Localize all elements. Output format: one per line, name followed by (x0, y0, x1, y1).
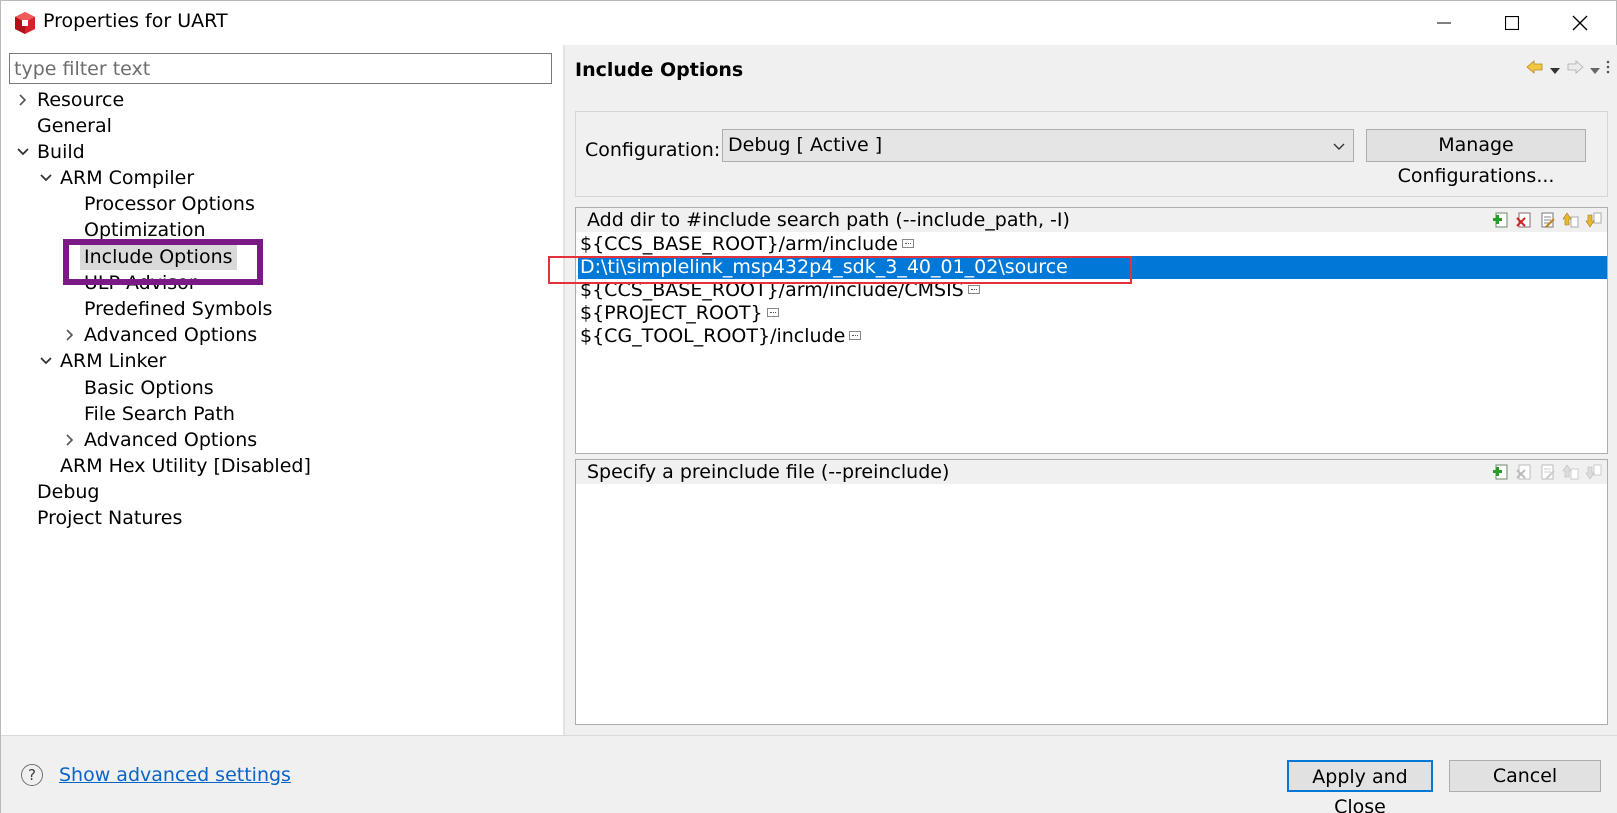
forward-arrow-icon[interactable] (1566, 57, 1584, 79)
tree-item-label: General (37, 115, 112, 137)
view-menu-icon[interactable] (1606, 57, 1610, 79)
tree-item-label: Project Natures (37, 507, 183, 529)
manage-configurations-button[interactable]: Manage Configurations... (1366, 129, 1586, 187)
annotation-highlight-red (548, 256, 1132, 284)
include-path-row[interactable]: ${CG_TOOL_ROOT}/include (578, 325, 1607, 348)
move-down-icon[interactable] (1585, 211, 1603, 229)
chevron-down-icon[interactable] (38, 165, 54, 191)
tree-item-label: ARM Compiler (60, 167, 195, 189)
forward-dropdown-icon[interactable] (1590, 57, 1600, 79)
tree-item-label: File Search Path (84, 403, 235, 425)
chevron-down-icon (1333, 130, 1345, 161)
preinclude-list: Specify a preinclude file (--preinclude) (575, 459, 1608, 725)
include-path-header: Add dir to #include search path (--inclu… (576, 208, 1607, 232)
navigation-pane: Resource General Build ARM Compiler (1, 45, 563, 735)
chevron-down-icon[interactable] (38, 348, 54, 374)
configuration-panel: Configuration: Debug [ Active ] Manage C… (575, 111, 1608, 197)
variable-icon (901, 239, 914, 248)
chevron-right-icon[interactable] (62, 322, 78, 348)
add-icon[interactable] (1493, 211, 1511, 229)
maximize-icon (1505, 16, 1519, 30)
window-title: Properties for UART (43, 10, 228, 32)
tree-item-label: Advanced Options (84, 429, 258, 451)
ccs-app-icon (15, 12, 35, 34)
help-icon[interactable]: ? (21, 764, 43, 786)
configuration-value: Debug [ Active ] (728, 134, 883, 156)
include-path-row[interactable]: ${CCS_BASE_ROOT}/arm/include (578, 233, 1607, 256)
include-path-row[interactable]: ${PROJECT_ROOT} (578, 302, 1607, 325)
tree-item-label: ARM Linker (60, 350, 167, 372)
properties-dialog: Properties for UART Resource General (0, 0, 1617, 813)
close-icon (1572, 15, 1588, 31)
tree-item-label: Processor Options (84, 193, 255, 215)
preinclude-header-label: Specify a preinclude file (--preinclude) (587, 461, 950, 483)
maximize-button[interactable] (1478, 1, 1546, 45)
include-path-list: Add dir to #include search path (--inclu… (575, 207, 1608, 454)
show-advanced-settings-link[interactable]: Show advanced settings (59, 764, 291, 786)
variable-icon (849, 331, 862, 340)
tree-item-label: Resource (37, 89, 125, 111)
annotation-highlight-purple (63, 239, 263, 285)
configuration-label: Configuration: (585, 139, 721, 161)
chevron-right-icon[interactable] (15, 87, 31, 113)
preinclude-header: Specify a preinclude file (--preinclude) (576, 460, 1607, 484)
cancel-button[interactable]: Cancel (1449, 760, 1601, 792)
tree-item-label: ARM Hex Utility [Disabled] (60, 455, 311, 477)
delete-icon-disabled (1516, 463, 1534, 481)
back-arrow-icon[interactable] (1526, 57, 1544, 79)
page-navigation (1526, 57, 1610, 79)
title-bar: Properties for UART (1, 1, 1616, 45)
move-up-icon[interactable] (1562, 211, 1580, 229)
include-path-header-label: Add dir to #include search path (--inclu… (587, 209, 1070, 231)
configuration-select[interactable]: Debug [ Active ] (722, 129, 1354, 162)
tree-item-label: Basic Options (84, 377, 214, 399)
variable-icon (967, 285, 980, 294)
tree-item-label: Predefined Symbols (84, 298, 273, 320)
minimize-icon (1437, 22, 1451, 24)
filter-input[interactable] (9, 53, 552, 84)
include-path-text: ${CG_TOOL_ROOT}/include (580, 325, 846, 347)
tree-item-label: Debug (37, 481, 100, 503)
close-button[interactable] (1546, 1, 1614, 45)
dialog-footer: ? Show advanced settings Apply and Close… (1, 735, 1617, 813)
chevron-right-icon[interactable] (62, 427, 78, 453)
chevron-down-icon[interactable] (15, 139, 31, 165)
preinclude-toolbar (1493, 463, 1603, 481)
move-up-icon-disabled (1562, 463, 1580, 481)
variable-icon (766, 308, 779, 317)
include-path-text: ${PROJECT_ROOT} (580, 302, 763, 324)
apply-and-close-button[interactable]: Apply and Close (1287, 760, 1433, 813)
include-path-text: ${CCS_BASE_ROOT}/arm/include (580, 233, 898, 255)
tree-item-label: Advanced Options (84, 324, 258, 346)
delete-icon[interactable] (1516, 211, 1534, 229)
tree-item-label: Build (37, 141, 85, 163)
include-path-toolbar (1493, 211, 1603, 229)
minimize-button[interactable] (1410, 1, 1478, 45)
edit-icon-disabled (1539, 463, 1557, 481)
back-dropdown-icon[interactable] (1550, 57, 1560, 79)
move-down-icon-disabled (1585, 463, 1603, 481)
add-icon[interactable] (1493, 463, 1511, 481)
content-pane: Include Options Configuration: Debug [ A… (565, 45, 1617, 735)
edit-icon[interactable] (1539, 211, 1557, 229)
page-title: Include Options (575, 59, 744, 81)
